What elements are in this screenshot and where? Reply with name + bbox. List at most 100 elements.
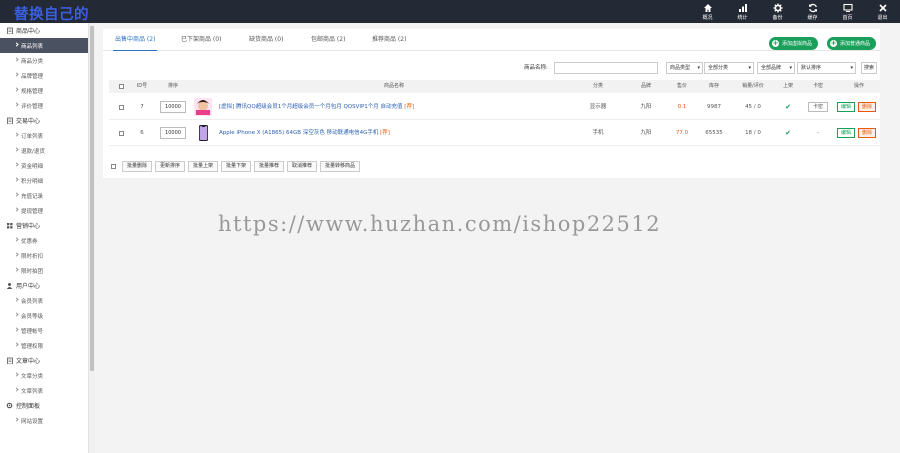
sidebar-item[interactable]: 积分明细 — [0, 173, 88, 188]
add-virtual-button[interactable]: + 添加虚拟商品 — [769, 37, 819, 50]
bulk-select-checkbox[interactable] — [111, 164, 116, 169]
row-sales: 18 / 0 — [745, 130, 761, 136]
sidebar-item[interactable]: 退款/退货 — [0, 143, 88, 158]
row-category: 显示器 — [589, 104, 607, 110]
sidebar-group[interactable]: 商品中心 — [0, 23, 88, 38]
sidebar-item[interactable]: 文章列表 — [0, 383, 88, 398]
col-card: 卡密 — [812, 83, 823, 89]
sort-input[interactable]: 10000 — [160, 101, 186, 113]
sidebar-group-label: 营销中心 — [16, 223, 41, 230]
sidebar-item[interactable]: 提现管理 — [0, 203, 88, 218]
name-filter-input[interactable] — [554, 62, 658, 74]
col-price: 售价 — [676, 83, 687, 89]
bulk-delete-button[interactable]: 批量删除 — [122, 161, 152, 172]
listed-check-icon[interactable]: ✔ — [773, 121, 803, 146]
bulk-move-button[interactable]: 批量转移商品 — [320, 161, 360, 172]
row-brand: 九阳 — [640, 104, 652, 110]
edit-button[interactable]: 编辑 — [837, 128, 855, 138]
home-icon — [703, 3, 712, 12]
tab-recommended[interactable]: 推荐商品 (2) — [372, 29, 406, 51]
sidebar-group-label: 用户中心 — [16, 283, 41, 290]
sidebar-item[interactable]: 资金明细 — [0, 158, 88, 173]
sort-input[interactable]: 10000 — [160, 127, 186, 139]
col-id: ID号 — [136, 83, 148, 89]
nav-stats[interactable]: 统计 — [725, 0, 760, 23]
sidebar-item[interactable]: 充值记录 — [0, 188, 88, 203]
sidebar-item[interactable]: 限时拍团 — [0, 263, 88, 278]
sidebar-group[interactable]: 用户中心 — [0, 278, 88, 293]
tab-free-shipping[interactable]: 包邮商品 (2) — [311, 29, 345, 51]
sidebar-item[interactable]: 商品分类 — [0, 53, 88, 68]
category-select[interactable]: 全部分类 — [704, 62, 754, 74]
select-all-checkbox[interactable] — [119, 84, 124, 89]
gear-icon — [773, 3, 782, 12]
sidebar-item[interactable]: 订单列表 — [0, 128, 88, 143]
gear-icon — [6, 402, 13, 409]
sidebar-item[interactable]: 限时折扣 — [0, 248, 88, 263]
row-brand: 九阳 — [640, 130, 652, 136]
table-row: 7 10000 [虚拟] 腾讯QQ超级会员1个月超级会员一个月包月 QQSVIP… — [109, 95, 880, 120]
nav-logout[interactable]: 退出 — [865, 0, 900, 23]
name-filter-label: 商品名称: — [524, 65, 548, 71]
plus-icon: + — [830, 39, 837, 47]
bulk-unlist-button[interactable]: 批量下架 — [221, 161, 251, 172]
bar-chart-icon — [738, 3, 747, 12]
sidebar-group[interactable]: 控制面板 — [0, 398, 88, 413]
tab-bar: 出售中商品 (2) 已下架商品 (0) 缺货商品 (0) 包邮商品 (2) 推荐… — [103, 29, 880, 51]
card-key-none: - — [817, 130, 819, 136]
sidebar-item[interactable]: 会员列表 — [0, 293, 88, 308]
watermark: https://www.huzhan.com/ishop22512 — [218, 212, 662, 236]
tab-on-sale[interactable]: 出售中商品 (2) — [113, 29, 158, 51]
sidebar-item[interactable]: 品牌管理 — [0, 68, 88, 83]
sidebar-group-label: 控制面板 — [16, 403, 41, 410]
doc-icon — [7, 117, 13, 124]
delete-button[interactable]: 删除 — [858, 128, 876, 138]
nav-backup[interactable]: 备份 — [760, 0, 795, 23]
doc-icon — [7, 357, 13, 364]
sidebar-item[interactable]: 管理权限 — [0, 338, 88, 353]
sidebar-item[interactable]: 优惠券 — [0, 233, 88, 248]
sidebar-group[interactable]: 营销中心 — [0, 218, 88, 233]
user-icon — [6, 283, 13, 289]
sidebar-group[interactable]: 文章中心 — [0, 353, 88, 368]
card-key-button[interactable]: 卡密 — [808, 102, 828, 112]
table-header: ID号 排序 商品名称 分类 品牌 售价 库存 销量/评价 上架 卡密 操作 — [109, 80, 880, 93]
scrollbar-thumb[interactable] — [90, 26, 94, 371]
row-price: 0.1 — [677, 104, 687, 110]
row-checkbox[interactable] — [119, 131, 124, 136]
edit-button[interactable]: 编辑 — [837, 102, 855, 112]
nav-home[interactable]: 首页 — [830, 0, 865, 23]
sidebar-group[interactable]: 交易中心 — [0, 113, 88, 128]
product-name-link[interactable]: [虚拟] 腾讯QQ超级会员1个月超级会员一个月包月 QQSVIP1个月 自动充值… — [219, 95, 414, 120]
row-checkbox[interactable] — [119, 105, 124, 110]
brand-select[interactable]: 全部品牌 — [757, 62, 795, 74]
add-normal-button[interactable]: + 添加普通商品 — [827, 37, 877, 50]
nav-cache[interactable]: 缓存 — [795, 0, 830, 23]
goods-panel: 出售中商品 (2) 已下架商品 (0) 缺货商品 (0) 包邮商品 (2) 推荐… — [103, 29, 880, 175]
delete-button[interactable]: 删除 — [858, 102, 876, 112]
sidebar-item[interactable]: 管理帐号 — [0, 323, 88, 338]
sidebar-item[interactable]: 评价管理 — [0, 98, 88, 113]
grid-icon — [7, 223, 13, 229]
bulk-recommend-button[interactable]: 批量推荐 — [254, 161, 284, 172]
sidebar-item[interactable]: 文章分类 — [0, 368, 88, 383]
tab-out-of-stock[interactable]: 缺货商品 (0) — [249, 29, 283, 51]
nav-overview[interactable]: 概况 — [690, 0, 725, 23]
sort-select[interactable]: 默认排序 — [797, 62, 856, 74]
col-listed: 上架 — [782, 83, 793, 89]
tab-off-shelf[interactable]: 已下架商品 (0) — [181, 29, 221, 51]
top-bar: 替换自己的 概况 统计 备份 缓存 首页 退出 — [0, 0, 900, 23]
type-select[interactable]: 商品类型 — [666, 62, 703, 74]
sidebar-item[interactable]: 网站设置 — [0, 413, 88, 428]
bulk-list-button[interactable]: 批量上架 — [188, 161, 218, 172]
top-nav: 概况 统计 备份 缓存 首页 退出 — [690, 0, 900, 23]
update-sort-button[interactable]: 更新排序 — [155, 161, 185, 172]
sidebar-item[interactable]: 会员等级 — [0, 308, 88, 323]
search-button[interactable]: 搜索 — [861, 62, 877, 74]
sidebar-item[interactable]: 商品列表 — [0, 38, 88, 53]
product-name-link[interactable]: Apple iPhone X (A1865) 64GB 深空灰色 移动联通电信4… — [219, 121, 390, 146]
sidebar-item[interactable]: 规格管理 — [0, 83, 88, 98]
listed-check-icon[interactable]: ✔ — [773, 95, 803, 120]
row-category: 手机 — [592, 130, 604, 136]
cancel-recommend-button[interactable]: 取消推荐 — [287, 161, 317, 172]
